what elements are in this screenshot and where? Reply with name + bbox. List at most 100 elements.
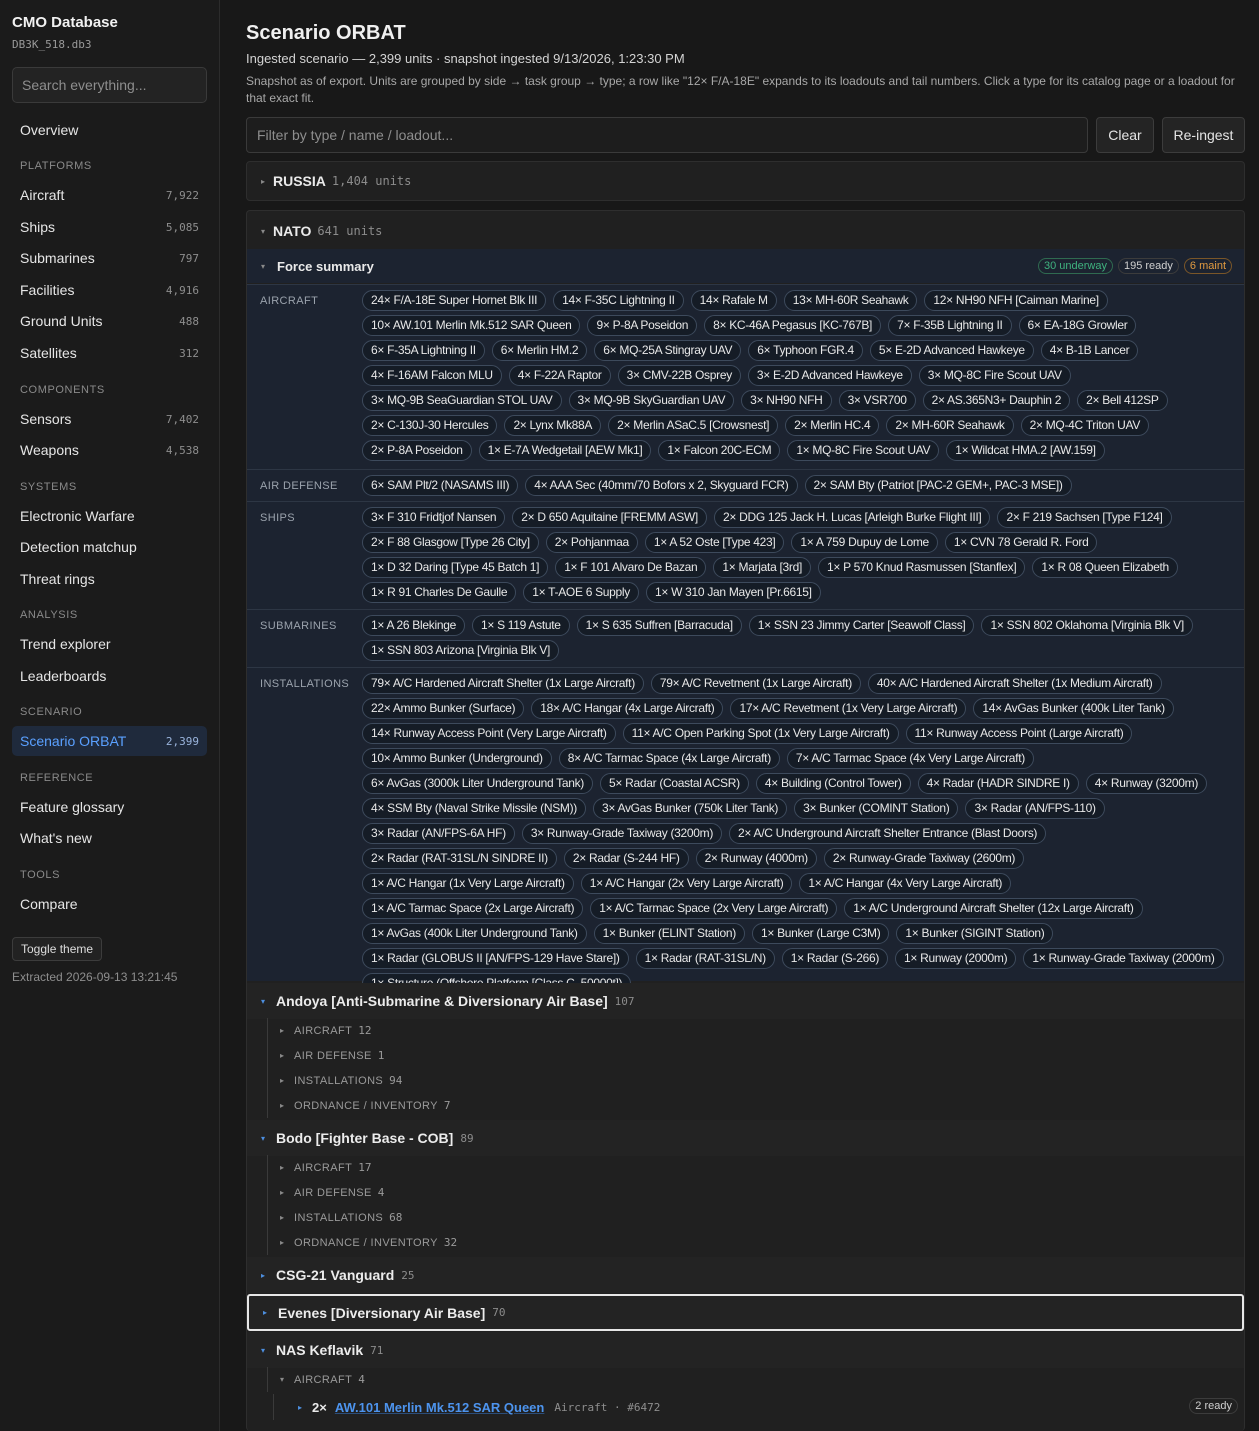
type-row[interactable]: ▸ AIR DEFENSE 4 [267,1180,384,1205]
unit-chip[interactable]: 1× SSN 803 Arizona [Virginia Blk V] [362,640,560,661]
type-row[interactable]: ▸ INSTALLATIONS 68 [267,1205,402,1230]
unit-chip[interactable]: 2× Bell 412SP [1077,390,1168,411]
unit-chip[interactable]: 1× A 52 Oste [Type 423] [644,532,785,553]
nav-overview[interactable]: Overview [12,115,207,145]
unit-chip[interactable]: 4× SSM Bty (Naval Strike Missile (NSM)) [362,798,586,819]
unit-chip[interactable]: 3× MQ-9B SeaGuardian STOL UAV [362,390,562,411]
unit-chip[interactable]: 1× SSN 23 Jimmy Carter [Seawolf Class] [748,615,975,636]
type-row[interactable]: ▸ AIRCRAFT 17 [267,1155,371,1180]
unit-chip[interactable]: 3× E-2D Advanced Hawkeye [747,365,912,386]
unit-chip[interactable]: 6× Typhoon FGR.4 [748,340,863,361]
unit-chip[interactable]: 6× EA-18G Growler [1018,315,1137,336]
unit-chip[interactable]: 3× MQ-8C Fire Scout UAV [918,365,1071,386]
unit-type-link[interactable]: AW.101 Merlin Mk.512 SAR Queen [335,1400,545,1415]
unit-chip[interactable]: 3× AvGas Bunker (750k Liter Tank) [593,798,788,819]
unit-chip[interactable]: 2× P-8A Poseidon [362,440,472,461]
unit-chip[interactable]: 1× R 91 Charles De Gaulle [362,582,517,603]
unit-chip[interactable]: 1× SSN 802 Oklahoma [Virginia Blk V] [981,615,1193,636]
nav-scenario-orbat[interactable]: Scenario ORBAT 2,399 [12,726,207,756]
unit-chip[interactable]: 1× A/C Tarmac Space (2x Large Aircraft) [362,898,584,919]
unit-chip[interactable]: 9× P-8A Poseidon [587,315,698,336]
unit-chip[interactable]: 5× Radar (Coastal ACSR) [600,773,749,794]
filter-input[interactable] [246,117,1088,153]
unit-chip[interactable]: 1× Bunker (SIGINT Station) [896,923,1054,944]
unit-chip[interactable]: 2× Lynx Mk88A [504,415,602,436]
nav-ships[interactable]: Ships 5,085 [12,212,207,242]
unit-chip[interactable]: 1× Falcon 20C-ECM [658,440,781,461]
type-row[interactable]: ▸ ORDNANCE / INVENTORY 7 [267,1093,451,1118]
unit-chip[interactable]: 10× AW.101 Merlin Mk.512 SAR Queen [362,315,581,336]
unit-chip[interactable]: 3× NH90 NFH [741,390,832,411]
unit-chip[interactable]: 2× SAM Bty (Patriot [PAC-2 GEM+, PAC-3 M… [804,475,1072,496]
nav-whats-new[interactable]: What's new [12,823,207,853]
unit-chip[interactable]: 4× B-1B Lancer [1040,340,1139,361]
unit-chip[interactable]: 10× Ammo Bunker (Underground) [362,748,552,769]
unit-chip[interactable]: 3× F 310 Fridtjof Nansen [362,507,506,528]
type-row[interactable]: ▸ ORDNANCE / INVENTORY 32 [267,1230,457,1255]
unit-chip[interactable]: 8× A/C Tarmac Space (4x Large Aircraft) [558,748,780,769]
unit-chip[interactable]: 1× Marjata [3rd] [713,557,811,578]
unit-chip[interactable]: 3× Radar (AN/FPS-110) [965,798,1105,819]
nav-electronic-warfare[interactable]: Electronic Warfare [12,501,207,531]
unit-chip[interactable]: 1× Wildcat HMA.2 [AW.159] [946,440,1105,461]
unit-chip[interactable]: 2× Runway (4000m) [695,848,817,869]
unit-chip[interactable]: 11× Runway Access Point (Large Aircraft) [905,723,1133,744]
unit-chip[interactable]: 79× A/C Hardened Aircraft Shelter (1x La… [362,673,644,694]
side-russia[interactable]: ▸ RUSSIA 1,404 units [246,161,1245,201]
unit-chip[interactable]: 1× MQ-8C Fire Scout UAV [787,440,940,461]
type-row[interactable]: ▸ AIR DEFENSE 1 [267,1043,384,1068]
force-summary-header[interactable]: ▾ Force summary 30 underway 195 ready 6 … [247,249,1244,283]
unit-chip[interactable]: 6× SAM Plt/2 (NASAMS III) [362,475,519,496]
unit-chip[interactable]: 4× AAA Sec (40mm/70 Bofors x 2, Skyguard… [525,475,798,496]
unit-chip[interactable]: 1× F 101 Alvaro De Bazan [555,557,707,578]
unit-chip[interactable]: 2× D 650 Aquitaine [FREMM ASW] [512,507,707,528]
unit-chip[interactable]: 2× AS.365N3+ Dauphin 2 [922,390,1071,411]
unit-chip[interactable]: 1× Runway-Grade Taxiway (2000m) [1023,948,1224,969]
nav-trend-explorer[interactable]: Trend explorer [12,629,207,659]
unit-chip[interactable]: 6× AvGas (3000k Liter Underground Tank) [362,773,593,794]
unit-chip[interactable]: 12× NH90 NFH [Caiman Marine] [924,290,1108,311]
unit-chip[interactable]: 1× Bunker (Large C3M) [751,923,890,944]
unit-chip[interactable]: 4× F-22A Raptor [508,365,611,386]
unit-chip[interactable]: 2× C-130J-30 Hercules [362,415,498,436]
unit-chip[interactable]: 1× W 310 Jan Mayen [Pr.6615] [646,582,821,603]
unit-chip[interactable]: 2× F 88 Glasgow [Type 26 City] [362,532,539,553]
unit-chip[interactable]: 1× E-7A Wedgetail [AEW Mk1] [478,440,652,461]
unit-chip[interactable]: 1× S 635 Suffren [Barracuda] [576,615,742,636]
unit-chip[interactable]: 3× MQ-9B SkyGuardian UAV [568,390,735,411]
type-row[interactable]: ▾ AIRCRAFT 4 [267,1367,365,1392]
unit-chip[interactable]: 4× Runway (3200m) [1085,773,1208,794]
unit-chip[interactable]: 14× Runway Access Point (Very Large Airc… [362,723,616,744]
unit-chip[interactable]: 14× F-35C Lightning II [553,290,684,311]
unit-chip[interactable]: 22× Ammo Bunker (Surface) [362,698,525,719]
unit-chip[interactable]: 5× E-2D Advanced Hawkeye [869,340,1034,361]
unit-chip[interactable]: 4× Radar (HADR SINDRE I) [917,773,1079,794]
nav-leaderboards[interactable]: Leaderboards [12,661,207,691]
unit-chip[interactable]: 3× CMV-22B Osprey [617,365,741,386]
unit-chip[interactable]: 3× Runway-Grade Taxiway (3200m) [521,823,723,844]
task-group-bodo[interactable]: ▾ Bodo [Fighter Base - COB] 89 [247,1120,1244,1156]
unit-chip[interactable]: 1× D 32 Daring [Type 45 Batch 1] [362,557,549,578]
nav-weapons[interactable]: Weapons 4,538 [12,435,207,465]
clear-button[interactable]: Clear [1096,117,1154,153]
unit-chip[interactable]: 1× Runway (2000m) [895,948,1017,969]
task-group-andoya[interactable]: ▾ Andoya [Anti-Submarine & Diversionary … [247,983,1244,1019]
type-row[interactable]: ▸ AIRCRAFT 12 [267,1018,371,1043]
unit-chip[interactable]: 1× P 570 Knud Rasmussen [Stanflex] [818,557,1026,578]
nav-compare[interactable]: Compare [12,889,207,919]
unit-chip[interactable]: 1× R 08 Queen Elizabeth [1032,557,1178,578]
unit-chip[interactable]: 3× Radar (AN/FPS-6A HF) [362,823,515,844]
global-search-input[interactable] [12,67,207,103]
unit-chip[interactable]: 6× Merlin HM.2 [491,340,588,361]
unit-chip[interactable]: 8× KC-46A Pegasus [KC-767B] [704,315,882,336]
unit-chip[interactable]: 4× Building (Control Tower) [755,773,911,794]
unit-chip[interactable]: 79× A/C Revetment (1x Large Aircraft) [650,673,861,694]
unit-chip[interactable]: 2× Pohjanmaa [545,532,638,553]
unit-chip[interactable]: 2× Merlin ASaC.5 [Crowsnest] [608,415,779,436]
unit-row[interactable]: ▸ 2× AW.101 Merlin Mk.512 SAR Queen Airc… [273,1394,1242,1420]
unit-chip[interactable]: 3× VSR700 [838,390,916,411]
unit-chip[interactable]: 17× A/C Revetment (1x Very Large Aircraf… [730,698,967,719]
unit-chip[interactable]: 18× A/C Hangar (4x Large Aircraft) [531,698,724,719]
nav-facilities[interactable]: Facilities 4,916 [12,275,207,305]
unit-chip[interactable]: 4× F-16AM Falcon MLU [362,365,502,386]
